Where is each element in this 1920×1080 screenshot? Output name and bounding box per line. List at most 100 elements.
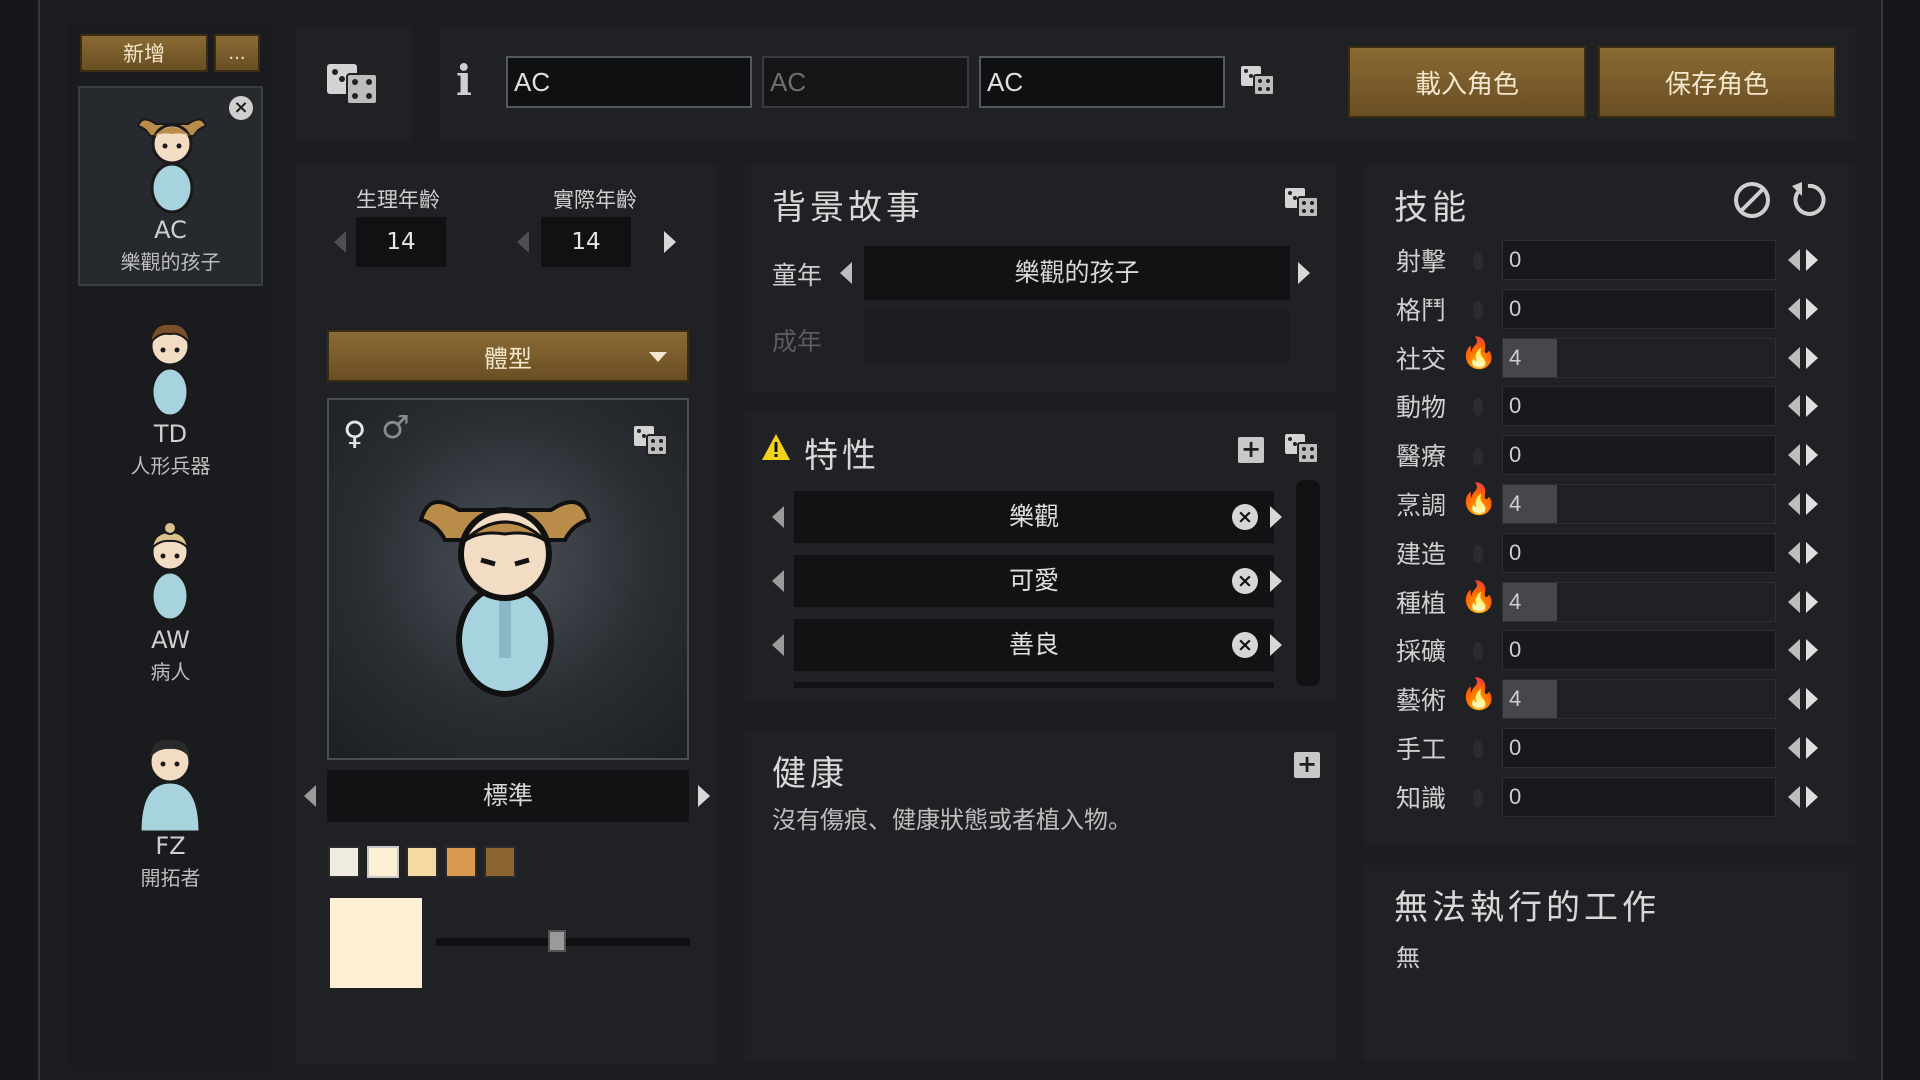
childhood-next-icon[interactable]	[1298, 262, 1310, 284]
no-passion-icon[interactable]	[1473, 252, 1483, 270]
skill-decrease-icon[interactable]	[1788, 786, 1800, 808]
skill-adjust-arrows-icon[interactable]	[1788, 249, 1822, 271]
hair-style-selector[interactable]: 標準	[327, 770, 689, 822]
no-passion-icon[interactable]	[1473, 301, 1483, 319]
pawn-card-aw[interactable]: AW 病人	[78, 498, 263, 698]
skill-level-bar[interactable]: 4	[1502, 679, 1776, 719]
skill-increase-icon[interactable]	[1806, 542, 1818, 564]
trait-item[interactable]: 樂觀 ×	[794, 491, 1274, 543]
skill-level-bar[interactable]: 0	[1502, 630, 1776, 670]
randomize-appearance-dice-icon[interactable]	[633, 424, 669, 458]
skill-increase-icon[interactable]	[1806, 688, 1818, 710]
skill-decrease-icon[interactable]	[1788, 395, 1800, 417]
skill-increase-icon[interactable]	[1806, 786, 1818, 808]
skill-level-bar[interactable]: 0	[1502, 240, 1776, 280]
more-button[interactable]: ...	[214, 34, 260, 72]
skill-increase-icon[interactable]	[1806, 395, 1818, 417]
skill-level-bar[interactable]: 0	[1502, 533, 1776, 573]
passion-flame-icon[interactable]: 🔥	[1460, 677, 1497, 712]
trait-next-icon[interactable]	[1270, 570, 1282, 592]
skill-adjust-arrows-icon[interactable]	[1788, 639, 1822, 661]
skill-adjust-arrows-icon[interactable]	[1788, 737, 1822, 759]
skill-adjust-arrows-icon[interactable]	[1788, 591, 1822, 613]
skill-increase-icon[interactable]	[1806, 444, 1818, 466]
remove-trait-icon[interactable]: ×	[1232, 504, 1258, 530]
bio-age-value[interactable]: 14	[356, 217, 446, 267]
skill-decrease-icon[interactable]	[1788, 688, 1800, 710]
skill-adjust-arrows-icon[interactable]	[1788, 786, 1822, 808]
skill-adjust-arrows-icon[interactable]	[1788, 444, 1822, 466]
skill-level-bar[interactable]: 4	[1502, 582, 1776, 622]
no-passion-icon[interactable]	[1473, 740, 1483, 758]
add-pawn-button[interactable]: 新增	[80, 34, 208, 72]
hair-next-icon[interactable]	[698, 785, 710, 807]
chrono-age-decrease-icon[interactable]	[517, 231, 529, 253]
skill-decrease-icon[interactable]	[1788, 737, 1800, 759]
skill-level-bar[interactable]: 4	[1502, 338, 1776, 378]
chrono-age-value[interactable]: 14	[541, 217, 631, 267]
childhood-selector[interactable]: 樂觀的孩子	[864, 246, 1290, 300]
female-gender-icon[interactable]: ♀	[343, 414, 366, 452]
skill-adjust-arrows-icon[interactable]	[1788, 298, 1822, 320]
load-character-button[interactable]: 載入角色	[1348, 46, 1586, 118]
pawn-card-td[interactable]: TD 人形兵器	[78, 292, 263, 492]
skill-adjust-arrows-icon[interactable]	[1788, 347, 1822, 369]
trait-next-icon[interactable]	[1270, 506, 1282, 528]
skill-increase-icon[interactable]	[1806, 249, 1818, 271]
trait-prev-icon[interactable]	[772, 506, 784, 528]
save-character-button[interactable]: 保存角色	[1598, 46, 1836, 118]
pawn-card-fz[interactable]: FZ 開拓者	[78, 704, 263, 904]
add-trait-icon[interactable]: +	[1238, 437, 1264, 463]
passion-flame-icon[interactable]: 🔥	[1460, 482, 1497, 517]
skill-decrease-icon[interactable]	[1788, 639, 1800, 661]
trait-item[interactable]: 可愛 ×	[794, 555, 1274, 607]
skill-level-bar[interactable]: 0	[1502, 435, 1776, 475]
nick-name-input[interactable]: AC	[762, 56, 969, 108]
randomize-dice-icon[interactable]	[325, 60, 381, 108]
first-name-input[interactable]: AC	[506, 56, 752, 108]
skill-decrease-icon[interactable]	[1788, 591, 1800, 613]
skill-increase-icon[interactable]	[1806, 639, 1818, 661]
skill-decrease-icon[interactable]	[1788, 298, 1800, 320]
skill-increase-icon[interactable]	[1806, 591, 1818, 613]
bio-age-decrease-icon[interactable]	[334, 231, 346, 253]
randomize-backstory-dice-icon[interactable]	[1284, 186, 1320, 220]
remove-pawn-icon[interactable]: ×	[229, 96, 253, 120]
skill-increase-icon[interactable]	[1806, 347, 1818, 369]
skin-color-swatch[interactable]	[445, 846, 477, 878]
info-icon[interactable]: i	[456, 56, 472, 105]
randomize-traits-dice-icon[interactable]	[1284, 432, 1320, 466]
skin-color-swatch[interactable]	[406, 846, 438, 878]
trait-prev-icon[interactable]	[772, 634, 784, 656]
skin-color-swatch-selected[interactable]	[367, 846, 399, 878]
remove-trait-icon[interactable]: ×	[1232, 568, 1258, 594]
pawn-card-ac[interactable]: × AC 樂觀的孩子	[78, 86, 263, 286]
skill-adjust-arrows-icon[interactable]	[1788, 493, 1822, 515]
skill-adjust-arrows-icon[interactable]	[1788, 688, 1822, 710]
skill-decrease-icon[interactable]	[1788, 347, 1800, 369]
passion-flame-icon[interactable]: 🔥	[1460, 580, 1497, 615]
skill-decrease-icon[interactable]	[1788, 444, 1800, 466]
skill-increase-icon[interactable]	[1806, 493, 1818, 515]
add-health-icon[interactable]: +	[1294, 752, 1320, 778]
skill-level-bar[interactable]: 0	[1502, 289, 1776, 329]
last-name-input[interactable]: AC	[979, 56, 1225, 108]
no-passion-icon[interactable]	[1473, 642, 1483, 660]
skin-tone-slider-handle[interactable]	[548, 930, 566, 952]
skill-level-bar[interactable]: 0	[1502, 777, 1776, 817]
no-passion-icon[interactable]	[1473, 398, 1483, 416]
skill-increase-icon[interactable]	[1806, 298, 1818, 320]
skill-adjust-arrows-icon[interactable]	[1788, 395, 1822, 417]
no-passion-icon[interactable]	[1473, 447, 1483, 465]
skill-adjust-arrows-icon[interactable]	[1788, 542, 1822, 564]
traits-scrollbar[interactable]	[1296, 480, 1320, 686]
passion-flame-icon[interactable]: 🔥	[1460, 336, 1497, 371]
clear-skills-icon[interactable]	[1732, 180, 1772, 220]
skill-level-bar[interactable]: 0	[1502, 728, 1776, 768]
skill-increase-icon[interactable]	[1806, 737, 1818, 759]
trait-next-icon[interactable]	[1270, 634, 1282, 656]
body-type-dropdown[interactable]: 體型	[327, 330, 689, 382]
skin-color-swatch[interactable]	[328, 846, 360, 878]
skill-decrease-icon[interactable]	[1788, 542, 1800, 564]
male-gender-icon[interactable]: ♂	[381, 408, 410, 446]
